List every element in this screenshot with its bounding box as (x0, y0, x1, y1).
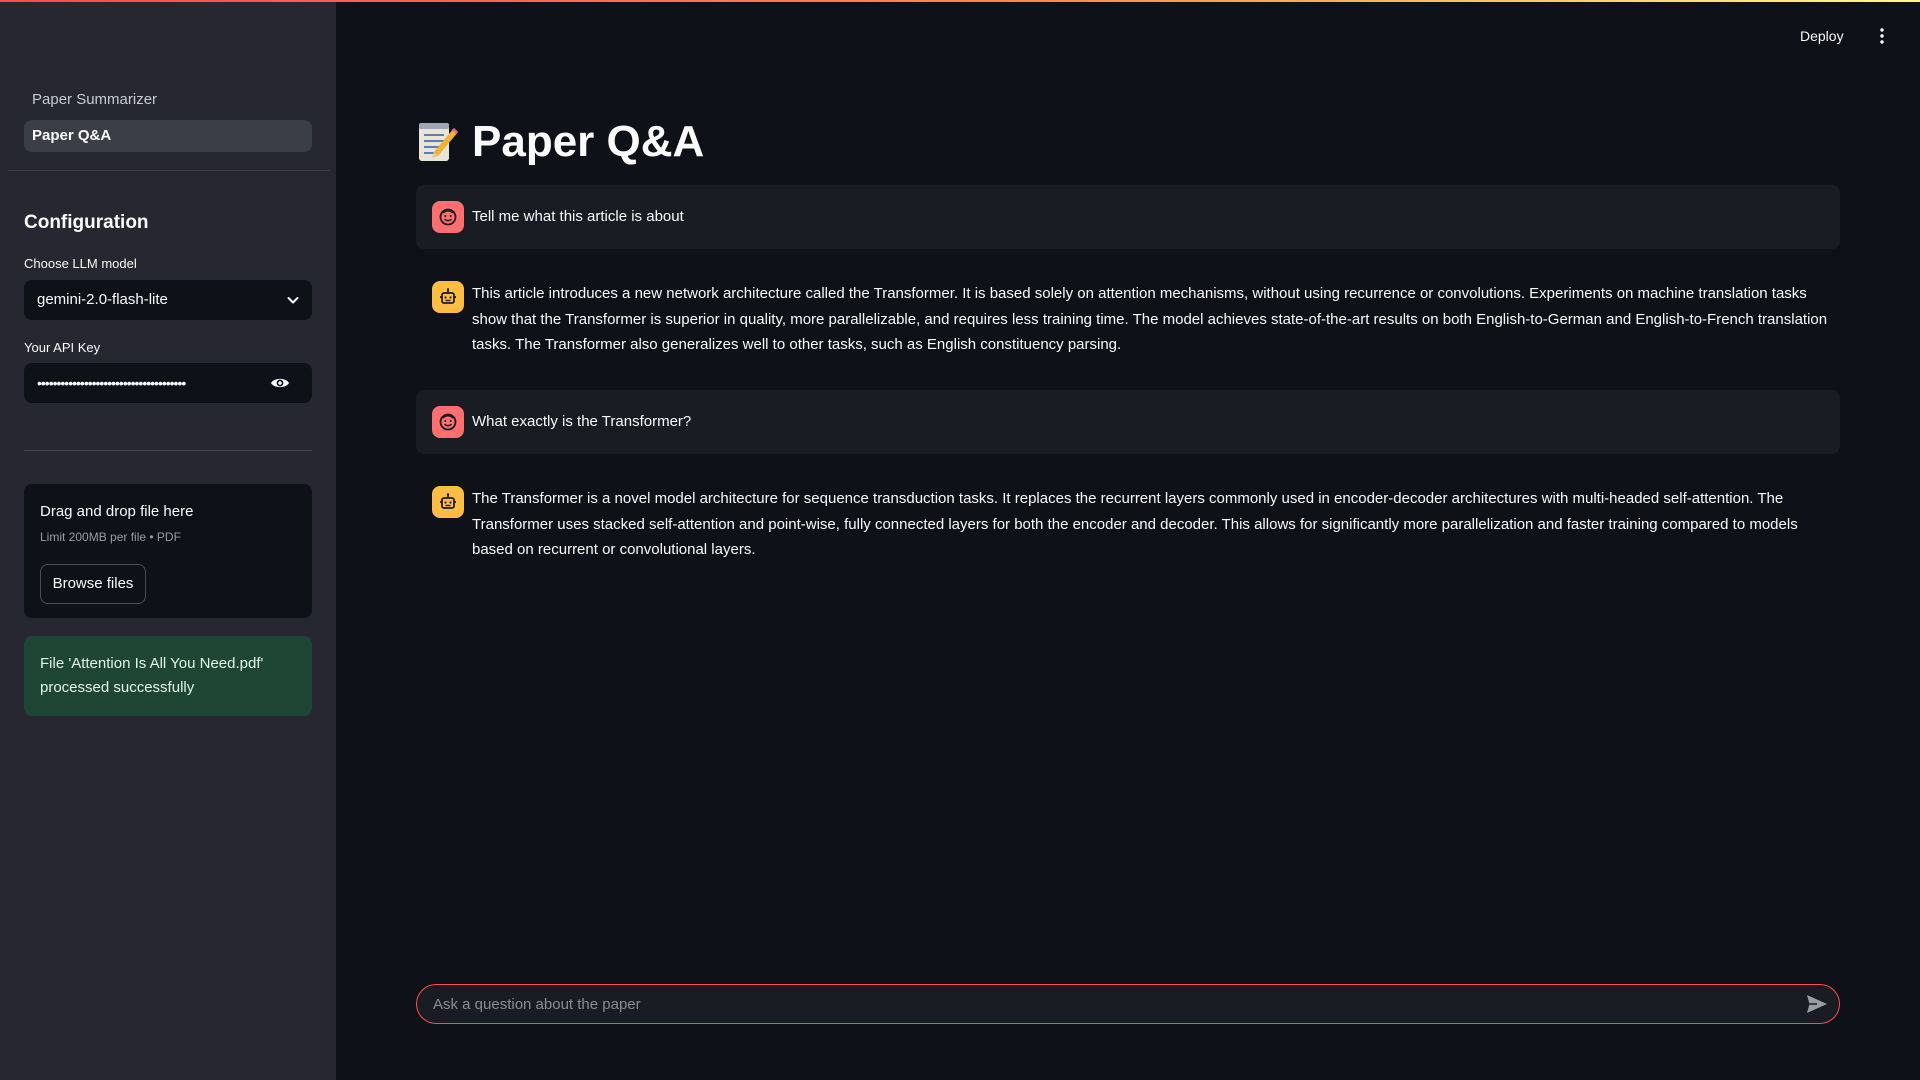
sidebar-divider-2 (24, 450, 312, 451)
message-text: This article introduces a new network ar… (472, 285, 1828, 353)
sidebar-item-paper-qa[interactable]: Paper Q&A (24, 120, 312, 152)
avatar (432, 486, 464, 518)
avatar (432, 281, 464, 313)
dropzone-title: Drag and drop file here (40, 503, 194, 520)
model-select-value: gemini-2.0-flash-lite (37, 291, 168, 308)
api-key-label: Your API Key (24, 340, 101, 355)
chat-message-assistant: The Transformer is a novel model archite… (416, 470, 1840, 570)
robot-icon (440, 493, 456, 509)
sidebar-item-paper-summarizer[interactable]: Paper Summarizer (24, 84, 312, 116)
chat-input[interactable] (433, 985, 1773, 1023)
model-select[interactable]: gemini-2.0-flash-lite (24, 280, 312, 320)
user-face-icon (439, 208, 457, 226)
page-title-text: Paper Q&A (472, 117, 705, 166)
message-text: What exactly is the Transformer? (472, 413, 692, 430)
api-key-value: •••••••••••••••••••••••••••••••••••••• (37, 375, 186, 391)
robot-icon (440, 288, 456, 304)
chat-message-user: What exactly is the Transformer? (416, 390, 1840, 454)
success-alert: File 'Attention Is All You Need.pdf' pro… (24, 636, 312, 716)
avatar (432, 201, 464, 233)
sidebar-nav: Paper Summarizer Paper Q&A (24, 84, 312, 156)
user-face-icon (439, 413, 457, 431)
chat-message-assistant: This article introduces a new network ar… (416, 265, 1840, 365)
message-text: Tell me what this article is about (472, 208, 684, 225)
api-key-field[interactable]: •••••••••••••••••••••••••••••••••••••• (24, 363, 312, 403)
chat-input-container (416, 984, 1840, 1024)
model-select-label: Choose LLM model (24, 256, 137, 271)
kebab-menu-icon[interactable] (1874, 26, 1890, 46)
top-decoration-bar (0, 0, 1920, 2)
memo-icon (419, 123, 458, 161)
chat-message-user: Tell me what this article is about (416, 185, 1840, 249)
avatar (432, 406, 464, 438)
sidebar-divider (8, 170, 330, 171)
page-title: Paper Q&A (416, 112, 704, 172)
send-icon[interactable] (1805, 993, 1829, 1015)
message-text: The Transformer is a novel model archite… (472, 490, 1798, 558)
deploy-button[interactable]: Deploy (1800, 24, 1844, 48)
chevron-down-icon (287, 297, 299, 304)
file-dropzone[interactable]: Drag and drop file here Limit 200MB per … (24, 484, 312, 618)
browse-files-button[interactable]: Browse files (40, 564, 146, 604)
sidebar: Paper Summarizer Paper Q&A Configuration… (0, 0, 336, 1080)
eye-icon[interactable] (270, 375, 290, 391)
configuration-heading: Configuration (24, 212, 149, 233)
dropzone-limit: Limit 200MB per file • PDF (40, 530, 181, 544)
